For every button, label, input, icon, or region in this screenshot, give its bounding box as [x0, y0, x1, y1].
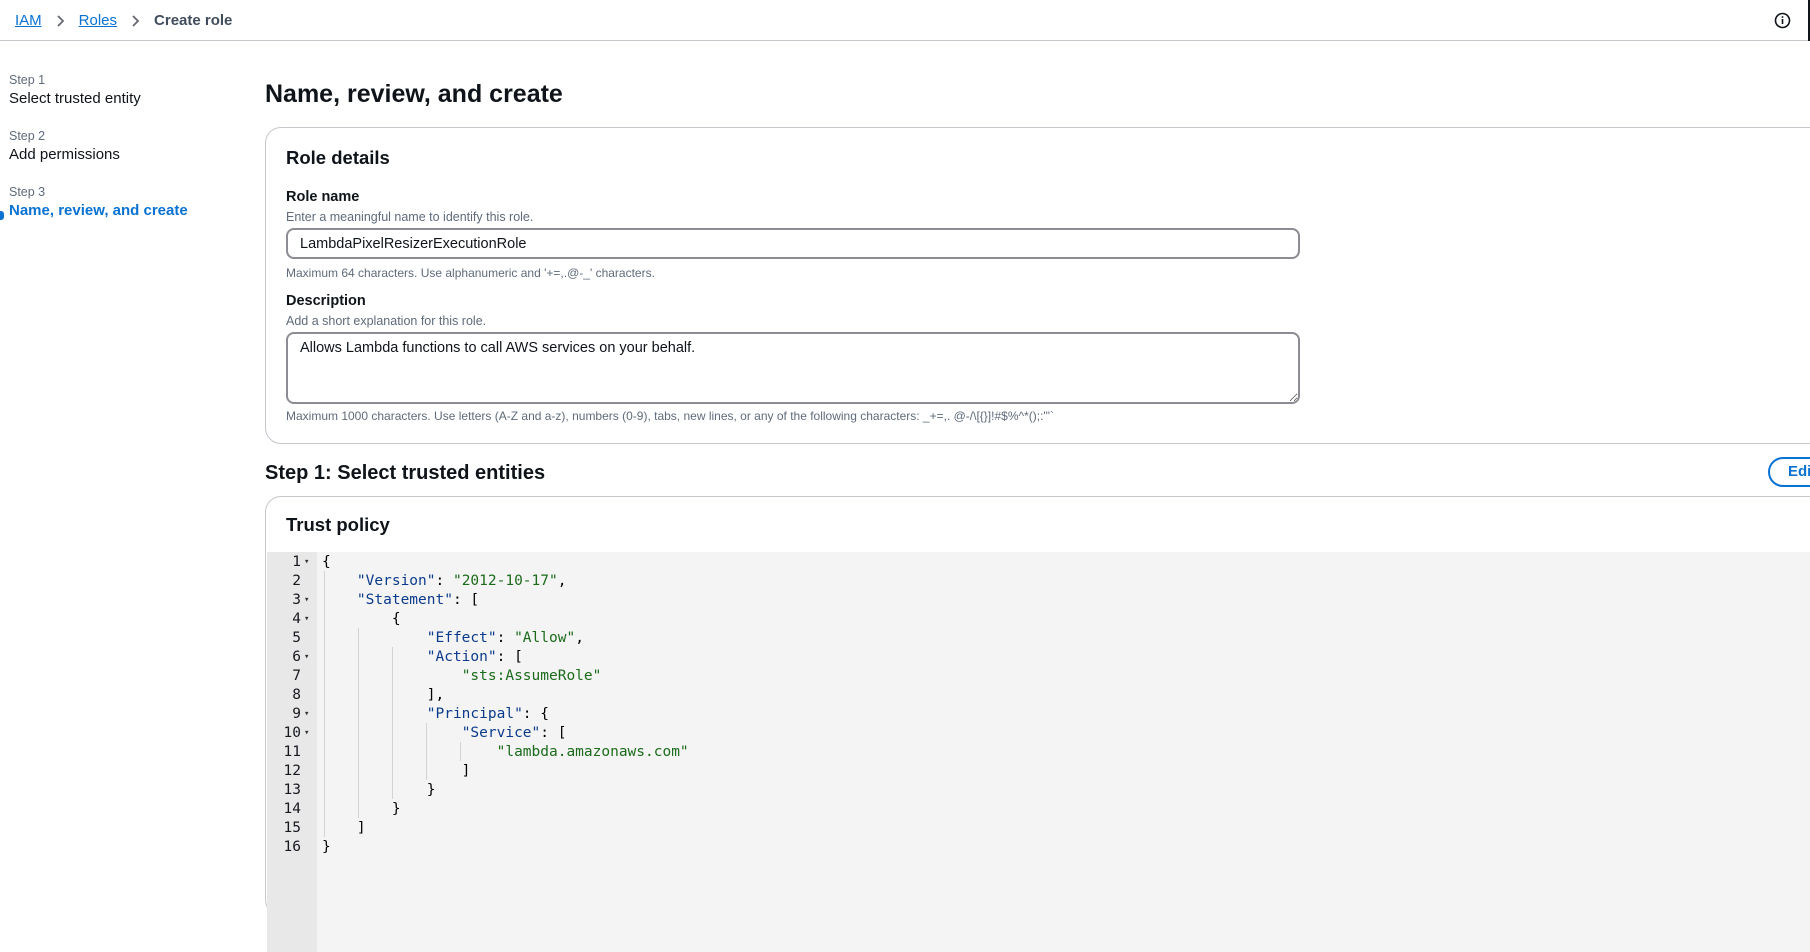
code-line: 13 } — [267, 781, 1810, 800]
fold-arrow-icon[interactable]: ▾ — [304, 705, 314, 724]
code-line: 15 ] — [267, 819, 1810, 838]
step-3[interactable]: Step 3 Name, review, and create — [0, 185, 229, 220]
line-number: 15 — [283, 820, 301, 836]
code-text: { — [322, 611, 401, 627]
description-textarea[interactable] — [286, 332, 1300, 404]
code-text: ], — [322, 687, 445, 703]
page-title: Name, review, and create — [265, 80, 563, 108]
code-line: 9 ▾ "Principal": { — [267, 705, 1810, 724]
description-constraint: Maximum 1000 characters. Use letters (A-… — [286, 409, 1054, 423]
code-line: 16} — [267, 838, 1810, 857]
code-text: "Effect": "Allow", — [426, 630, 584, 646]
breadcrumb: IAM Roles Create role — [15, 12, 232, 29]
code-line: 8 ], — [267, 686, 1810, 705]
line-number: 11 — [283, 744, 301, 760]
code-text: { — [322, 554, 331, 570]
code-line: 5 "Effect": "Allow", — [267, 629, 1810, 648]
fold-arrow-icon[interactable]: ▾ — [304, 724, 314, 743]
code-text: "Statement": [ — [356, 592, 480, 608]
role-name-constraint: Maximum 64 characters. Use alphanumeric … — [286, 266, 655, 280]
role-name-input[interactable] — [286, 228, 1300, 259]
description-hint: Add a short explanation for this role. — [286, 314, 487, 328]
line-number: 13 — [283, 782, 301, 798]
chevron-right-icon — [131, 14, 140, 28]
code-text: "Principal": { — [426, 706, 549, 722]
active-step-marker — [0, 211, 4, 220]
step-1[interactable]: Step 1 Select trusted entity — [9, 73, 229, 107]
code-text: "lambda.amazonaws.com" — [496, 744, 689, 760]
line-number: 9 — [292, 706, 301, 722]
card-title: Role details — [286, 147, 390, 168]
info-icon[interactable] — [1774, 12, 1791, 29]
code-line: 11 "lambda.amazonaws.com" — [267, 743, 1810, 762]
chevron-right-icon — [56, 14, 65, 28]
role-details-card: Role details Role name Enter a meaningfu… — [265, 127, 1810, 444]
code-line: 6 ▾ "Action": [ — [267, 648, 1810, 667]
description-label: Description — [286, 293, 366, 309]
code-text: ] — [322, 763, 471, 779]
line-number: 8 — [292, 687, 301, 703]
breadcrumb-current: Create role — [154, 12, 233, 29]
breadcrumb-roles[interactable]: Roles — [79, 12, 117, 29]
line-number: 16 — [283, 839, 301, 855]
role-name-description: Enter a meaningful name to identify this… — [286, 210, 534, 224]
line-number: 2 — [292, 573, 301, 589]
step-title: Add permissions — [9, 146, 120, 163]
code-line: 12 ] — [267, 762, 1810, 781]
edit-button[interactable]: Edi — [1768, 457, 1810, 487]
line-number: 6 — [292, 649, 301, 665]
code-line: 4 ▾ { — [267, 610, 1810, 629]
code-text: } — [322, 782, 436, 798]
line-number: 7 — [292, 668, 301, 684]
line-number: 14 — [283, 801, 301, 817]
line-number: 10 — [283, 725, 301, 741]
step-number: Step 3 — [9, 185, 46, 199]
line-number: 5 — [292, 630, 301, 646]
step-title: Select trusted entity — [9, 90, 141, 107]
fold-arrow-icon[interactable]: ▾ — [304, 591, 314, 610]
step-number: Step 1 — [9, 73, 46, 87]
code-line: 10 ▾ "Service": [ — [267, 724, 1810, 743]
step-number: Step 2 — [9, 129, 46, 143]
code-text: } — [322, 801, 401, 817]
top-bar: IAM Roles Create role — [0, 0, 1810, 41]
code-line: 1 ▾ { — [267, 553, 1810, 572]
line-number: 3 — [292, 592, 301, 608]
code-editor[interactable]: 1 ▾{2 "Version": "2012-10-17", 3 ▾ "Stateme… — [267, 552, 1810, 952]
line-number: 4 — [292, 611, 301, 627]
fold-arrow-icon[interactable]: ▾ — [304, 553, 314, 572]
code-text: ] — [322, 820, 366, 836]
card-title: Trust policy — [286, 514, 390, 535]
fold-arrow-icon[interactable]: ▾ — [304, 648, 314, 667]
code-line: 14 } — [267, 800, 1810, 819]
code-text: "Service": [ — [461, 725, 567, 741]
code-text: "Action": [ — [426, 649, 523, 665]
code-text: } — [322, 839, 331, 855]
role-name-label: Role name — [286, 189, 360, 205]
code-line: 7 "sts:AssumeRole" — [267, 667, 1810, 686]
code-text: "Version": "2012-10-17", — [356, 573, 567, 589]
trust-policy-card: Trust policy 1 ▾{2 "Version": "2012-10-17… — [265, 496, 1810, 952]
section-title-trusted-entities: Step 1: Select trusted entities — [265, 462, 546, 484]
fold-arrow-icon[interactable]: ▾ — [304, 610, 314, 629]
code-line: 3 ▾ "Statement": [ — [267, 591, 1810, 610]
line-number: 1 — [292, 554, 301, 570]
code-text: "sts:AssumeRole" — [461, 668, 602, 684]
step-2[interactable]: Step 2 Add permissions — [9, 129, 229, 163]
line-number: 12 — [283, 763, 301, 779]
breadcrumb-iam[interactable]: IAM — [15, 12, 42, 29]
step-title: Name, review, and create — [9, 202, 188, 219]
code-line: 2 "Version": "2012-10-17", — [267, 572, 1810, 591]
